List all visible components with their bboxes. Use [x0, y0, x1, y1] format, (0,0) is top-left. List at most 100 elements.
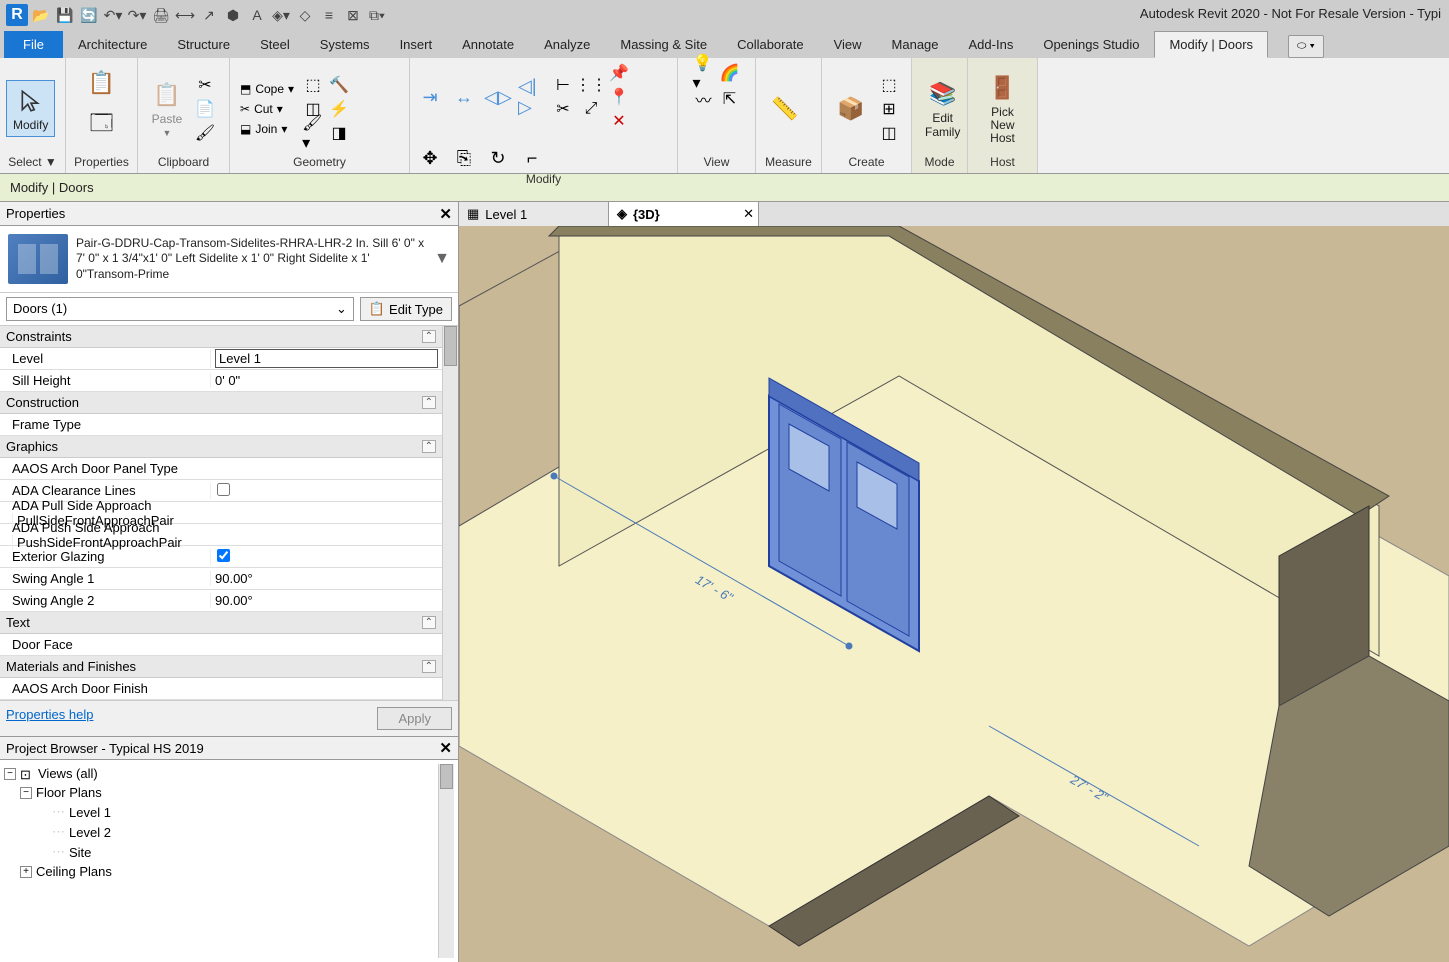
property-checkbox[interactable] — [217, 549, 230, 562]
collapse-category-icon[interactable]: ⌃ — [422, 440, 436, 453]
move-icon[interactable]: ✥ — [416, 144, 444, 172]
measure-icon[interactable]: ⟷ — [174, 4, 196, 26]
collapse-icon[interactable]: − — [4, 768, 16, 780]
redo-icon[interactable]: ↷▾ — [126, 4, 148, 26]
offset-icon[interactable]: ↔ — [450, 83, 478, 111]
tree-floor-plans[interactable]: − Floor Plans — [4, 783, 438, 802]
close-inactive-icon[interactable]: ⊠ — [342, 4, 364, 26]
align-icon[interactable]: ⇥ — [416, 83, 444, 111]
edit-type-button[interactable]: 📋 Edit Type — [360, 297, 452, 321]
tab-steel[interactable]: Steel — [245, 31, 305, 58]
collapse-icon[interactable]: − — [20, 787, 32, 799]
instance-filter-dropdown[interactable]: Doors (1) ⌄ — [6, 297, 354, 321]
property-category[interactable]: Graphics⌃ — [0, 436, 442, 458]
create-group-icon[interactable]: ⬚ — [878, 74, 900, 96]
tree-level2[interactable]: ⋯Level 2 — [4, 822, 438, 842]
tab-openings-studio[interactable]: Openings Studio — [1028, 31, 1154, 58]
property-category[interactable]: Materials and Finishes⌃ — [0, 656, 442, 678]
tab-manage[interactable]: Manage — [877, 31, 954, 58]
dim-icon[interactable]: ↗ — [198, 4, 220, 26]
collapse-category-icon[interactable]: ⌃ — [422, 660, 436, 673]
trim-extend-icon[interactable]: ⊢ — [552, 74, 574, 96]
tag-icon[interactable]: ⬢ — [222, 4, 244, 26]
section-icon[interactable]: ◇ — [294, 4, 316, 26]
pick-new-host-button[interactable]: 🚪 Pick New Host — [974, 67, 1031, 151]
split-icon[interactable]: ✂ — [552, 98, 574, 120]
cope-button[interactable]: ⬒Cope ▾ — [236, 80, 298, 98]
mirror-axis-icon[interactable]: ◁▷ — [484, 83, 512, 111]
override-icon[interactable]: 🌈 — [719, 62, 741, 84]
collapse-category-icon[interactable]: ⌃ — [422, 330, 436, 343]
activate-icon[interactable]: ⚡ — [328, 98, 350, 120]
displace-icon[interactable]: ⇱ — [719, 88, 741, 110]
property-value[interactable]: 90.00° — [210, 593, 442, 608]
mirror-pick-icon[interactable]: ◁|▷ — [518, 83, 546, 111]
close-browser-icon[interactable]: ✕ — [439, 739, 452, 757]
tab-insert[interactable]: Insert — [385, 31, 448, 58]
tree-site[interactable]: ⋯Site — [4, 842, 438, 862]
tab-architecture[interactable]: Architecture — [63, 31, 162, 58]
delete-icon[interactable]: ✕ — [608, 110, 630, 132]
wall-opening-icon[interactable]: ⬚ — [302, 74, 324, 96]
match-type-icon[interactable]: 🖌 — [194, 122, 216, 144]
paste-button[interactable]: 📋 Paste ▼ — [144, 74, 190, 143]
undo-icon[interactable]: ↶▾ — [102, 4, 124, 26]
unpin-icon[interactable]: 📍 — [608, 86, 630, 108]
tree-ceiling-plans[interactable]: + Ceiling Plans — [4, 862, 438, 881]
sync-icon[interactable]: 🔄 — [78, 4, 100, 26]
property-checkbox[interactable] — [217, 483, 230, 496]
edit-family-button[interactable]: 📚 Edit Family — [918, 73, 967, 143]
expand-icon[interactable]: + — [20, 866, 32, 878]
linework-icon[interactable]: 〰 — [693, 88, 715, 110]
property-input[interactable] — [215, 349, 438, 368]
trim-corner-icon[interactable]: ⌐ — [518, 144, 546, 172]
modify-button[interactable]: Modify — [6, 80, 55, 137]
paint-icon[interactable]: 🖌▾ — [302, 122, 324, 144]
create-assembly-icon[interactable]: ⊞ — [878, 98, 900, 120]
tab-addins[interactable]: Add-Ins — [954, 31, 1029, 58]
tab-modify-doors[interactable]: Modify | Doors — [1154, 31, 1268, 58]
properties-button[interactable]: 📋 — [79, 62, 125, 104]
3d-icon[interactable]: ◈▾ — [270, 4, 292, 26]
tab-analyze[interactable]: Analyze — [529, 31, 605, 58]
panel-select-label[interactable]: Select ▼ — [6, 155, 59, 173]
properties-scrollbar[interactable] — [442, 326, 458, 700]
tree-level1[interactable]: ⋯Level 1 — [4, 802, 438, 822]
copy-clipboard-icon[interactable]: 📄 — [194, 98, 216, 120]
open-icon[interactable]: 📂 — [30, 4, 52, 26]
measure-button[interactable]: 📏 — [762, 88, 808, 130]
array-icon[interactable]: ⋮⋮ — [580, 74, 602, 96]
switch-windows-icon[interactable]: ⧉▾ — [366, 4, 388, 26]
tab-systems[interactable]: Systems — [305, 31, 385, 58]
collapse-category-icon[interactable]: ⌃ — [422, 396, 436, 409]
apply-button[interactable]: Apply — [377, 707, 452, 730]
thin-lines-icon[interactable]: ≡ — [318, 4, 340, 26]
join-button[interactable]: ⬓Join ▾ — [236, 120, 298, 138]
tree-views-root[interactable]: − ⊡ Views (all) — [4, 764, 438, 783]
properties-help-link[interactable]: Properties help — [6, 707, 93, 730]
3d-viewport[interactable]: 17' - 6" 27' - 2" — [459, 226, 1449, 962]
type-dropdown-icon[interactable]: ▼ — [434, 250, 450, 268]
copy-icon[interactable]: ⎘ — [450, 144, 478, 172]
steering-wheel-button[interactable]: ⬭ ▾ — [1288, 35, 1324, 58]
collapse-category-icon[interactable]: ⌃ — [422, 616, 436, 629]
tab-file[interactable]: File — [4, 31, 63, 58]
property-category[interactable]: Text⌃ — [0, 612, 442, 634]
cut-button[interactable]: ✂Cut ▾ — [236, 100, 298, 118]
view-tab-3d[interactable]: ◈ {3D} ✕ — [609, 202, 759, 226]
save-icon[interactable]: 💾 — [54, 4, 76, 26]
property-value[interactable]: 0' 0" — [210, 373, 442, 388]
pin-icon[interactable]: 📌 — [608, 62, 630, 84]
tab-collaborate[interactable]: Collaborate — [722, 31, 819, 58]
tab-structure[interactable]: Structure — [162, 31, 245, 58]
create-parts-icon[interactable]: ◫ — [878, 122, 900, 144]
rotate-icon[interactable]: ↻ — [484, 144, 512, 172]
property-value[interactable]: 90.00° — [210, 571, 442, 586]
tab-annotate[interactable]: Annotate — [447, 31, 529, 58]
scale-icon[interactable]: ⤢ — [580, 98, 602, 120]
type-properties-button[interactable]: 🗔 — [79, 104, 125, 146]
browser-scrollbar[interactable] — [438, 764, 454, 958]
type-selector[interactable]: Pair-G-DDRU-Cap-Transom-Sidelites-RHRA-L… — [0, 226, 458, 293]
text-icon[interactable]: A — [246, 4, 268, 26]
property-category[interactable]: Constraints⌃ — [0, 326, 442, 348]
